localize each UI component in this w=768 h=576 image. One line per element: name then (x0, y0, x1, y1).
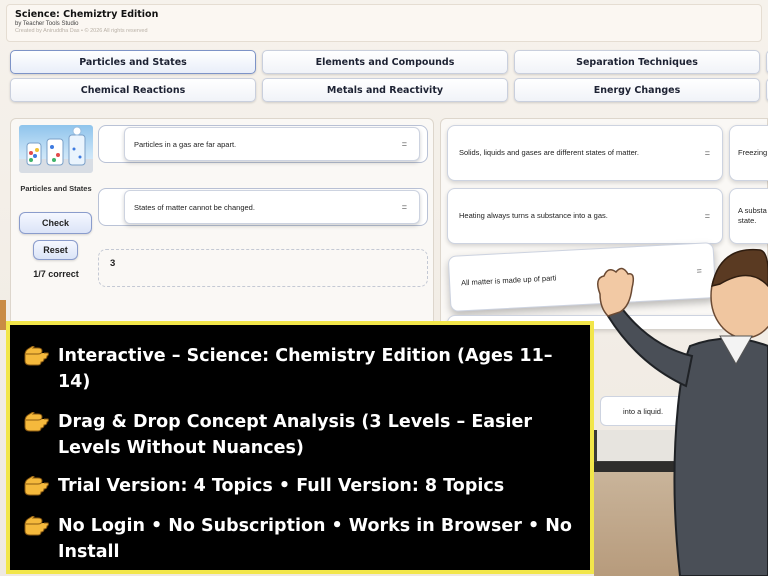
bank-card[interactable]: Freezing (729, 125, 768, 181)
topic-tabs-row-1: Particles and States Elements and Compou… (10, 50, 768, 74)
topic-image (19, 125, 93, 173)
tab-elements-and-compounds[interactable]: Elements and Compounds (262, 50, 508, 74)
promo-line: Trial Version: 4 Topics • Full Version: … (24, 473, 576, 499)
pointing-hand-icon (24, 412, 49, 432)
reset-button[interactable]: Reset (33, 240, 78, 260)
topic-label: Particles and States (20, 184, 92, 193)
answer-slot-empty[interactable] (98, 249, 428, 287)
tab-particles-and-states[interactable]: Particles and States (10, 50, 256, 74)
placed-card[interactable]: States of matter cannot be changed. = (124, 190, 420, 224)
grip-icon: = (704, 148, 710, 158)
promo-line: Interactive – Science: Chemistry Edition… (24, 343, 576, 395)
placed-card[interactable]: Particles in a gas are far apart. = (124, 127, 420, 161)
promo-line: Drag & Drop Concept Analysis (3 Levels –… (24, 409, 576, 461)
app-header: Science: Chemiztry Edition by Teacher To… (6, 4, 762, 42)
promo-text: Trial Version: 4 Topics • Full Version: … (58, 476, 505, 496)
pointing-hand-icon (24, 346, 49, 366)
tab-separation-techniques[interactable]: Separation Techniques (514, 50, 760, 74)
bank-card-text: Heating always turns a substance into a … (459, 211, 608, 220)
app-title: Science: Chemiztry Edition (15, 9, 159, 20)
bank-card-text: Freezing (738, 148, 768, 157)
promo-banner: Interactive – Science: Chemistry Edition… (6, 321, 594, 574)
bank-card[interactable]: Solids, liquids and gases are different … (447, 125, 723, 181)
promo-text: Interactive – Science: Chemistry Edition… (58, 346, 553, 392)
bank-card-text: Solids, liquids and gases are different … (459, 148, 639, 157)
app-credit: Created by Aniruddha Das • © 2026 All ri… (15, 28, 148, 34)
tab-metals-and-reactivity[interactable]: Metals and Reactivity (262, 78, 508, 102)
grip-icon: = (401, 139, 407, 149)
tab-energy-changes[interactable]: Energy Changes (514, 78, 760, 102)
tab-chemical-reactions[interactable]: Chemical Reactions (10, 78, 256, 102)
bank-card-text: A substa state. (738, 206, 767, 225)
check-button[interactable]: Check (19, 212, 92, 234)
grip-icon: = (704, 211, 710, 221)
topic-tabs-row-2: Chemical Reactions Metals and Reactivity… (10, 78, 768, 102)
answer-panel: Particles and States Check Reset 1/7 cor… (10, 118, 434, 328)
promo-text: Drag & Drop Concept Analysis (3 Levels –… (58, 412, 533, 458)
bank-card-text: All matter is made up of parti (460, 273, 557, 288)
pointing-hand-icon (24, 516, 49, 536)
promo-text: No Login • No Subscription • Works in Br… (58, 516, 572, 562)
placed-card-text: States of matter cannot be changed. (134, 202, 255, 212)
grip-icon: = (401, 202, 407, 212)
score-display: 1/7 correct (33, 269, 79, 279)
app-byline: by Teacher Tools Studio (15, 21, 79, 27)
promo-line: No Login • No Subscription • Works in Br… (24, 513, 576, 565)
pointing-hand-icon (24, 476, 49, 496)
placed-card-text: Particles in a gas are far apart. (134, 139, 237, 149)
